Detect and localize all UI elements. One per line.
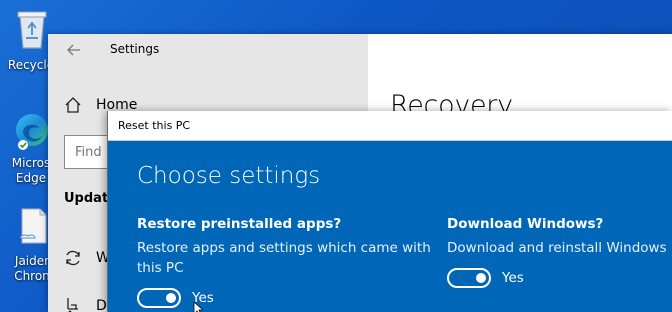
toggle-knob (166, 293, 176, 303)
home-icon[interactable] (64, 96, 82, 114)
dialog-titlebar: Reset this PC (108, 111, 672, 141)
option-description: Restore apps and settings which came wit… (137, 240, 431, 256)
option-title-restore-apps: Restore preinstalled apps? (137, 216, 342, 232)
edge-icon (16, 114, 48, 150)
toggle-knob (476, 273, 486, 283)
dialog-heading: Choose settings (137, 163, 321, 189)
option-title-download-windows: Download Windows? (447, 216, 604, 232)
window-title: Settings (110, 42, 160, 56)
option-description: this PC (137, 260, 184, 276)
delivery-icon[interactable] (64, 297, 82, 312)
mouse-cursor-icon (193, 302, 203, 312)
option-description: Download and reinstall Windows (447, 240, 667, 256)
dialog-title: Reset this PC (118, 119, 191, 132)
reset-pc-dialog: Reset this PC Choose settings Restore pr… (107, 111, 672, 312)
download-windows-toggle[interactable] (447, 268, 491, 288)
desktop-icon-label: Edge (15, 171, 47, 185)
back-arrow-icon[interactable] (66, 42, 82, 58)
recycle-bin-icon (17, 11, 47, 49)
restore-apps-toggle[interactable] (137, 288, 181, 308)
sync-icon[interactable] (64, 249, 82, 267)
document-icon (20, 208, 47, 244)
toggle-label: Yes (502, 270, 524, 286)
